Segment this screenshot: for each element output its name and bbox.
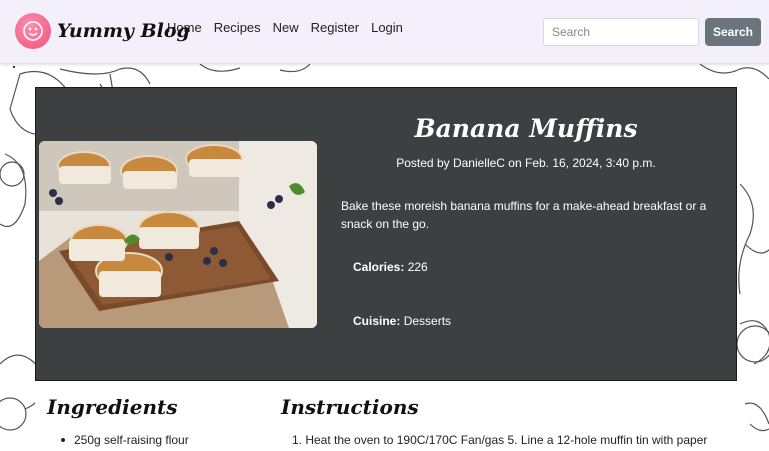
recipe-description: Bake these moreish banana muffins for a … (341, 199, 707, 231)
calories-value: 226 (407, 260, 428, 274)
ingredients-heading: Ingredients (47, 395, 178, 419)
calories-label: Calories: (353, 260, 405, 274)
instructions-heading: Instructions (281, 395, 419, 419)
recipe-photo (39, 141, 317, 328)
search-button[interactable]: Search (705, 18, 761, 46)
cuisine-fact: Cuisine: Desserts (353, 314, 451, 328)
brand[interactable]: Yummy Blog (15, 13, 190, 49)
nav-link-new[interactable]: New (273, 20, 299, 35)
recipe-title: Banana Muffins (414, 114, 638, 143)
nav-link-login[interactable]: Login (371, 20, 403, 35)
recipe-meta: Posted by DanielleC on Feb. 16, 2024, 3:… (396, 156, 656, 170)
ingredient-list-item: 250g self-raising flour (61, 433, 189, 447)
nav-link-register[interactable]: Register (311, 20, 359, 35)
nav-link-home[interactable]: Home (167, 20, 202, 35)
nav-links: Home Recipes New Register Login (167, 20, 415, 35)
cuisine-label: Cuisine: (353, 314, 401, 328)
top-navbar: Yummy Blog Home Recipes New Register Log… (0, 0, 769, 64)
cuisine-value: Desserts (403, 314, 452, 328)
recipe-hero-card: Banana Muffins Posted by DanielleC on Fe… (35, 87, 737, 381)
instruction-list-item: 1. Heat the oven to 190C/170C Fan/gas 5.… (292, 433, 708, 447)
decorative-dot (13, 66, 15, 68)
nav-link-recipes[interactable]: Recipes (214, 20, 261, 35)
calories-fact: Calories: 226 (353, 260, 428, 274)
smiley-face-icon (15, 13, 51, 49)
recipe-details-panel: Ingredients Instructions 250g self-raisi… (35, 381, 737, 451)
search-input[interactable] (543, 18, 699, 46)
